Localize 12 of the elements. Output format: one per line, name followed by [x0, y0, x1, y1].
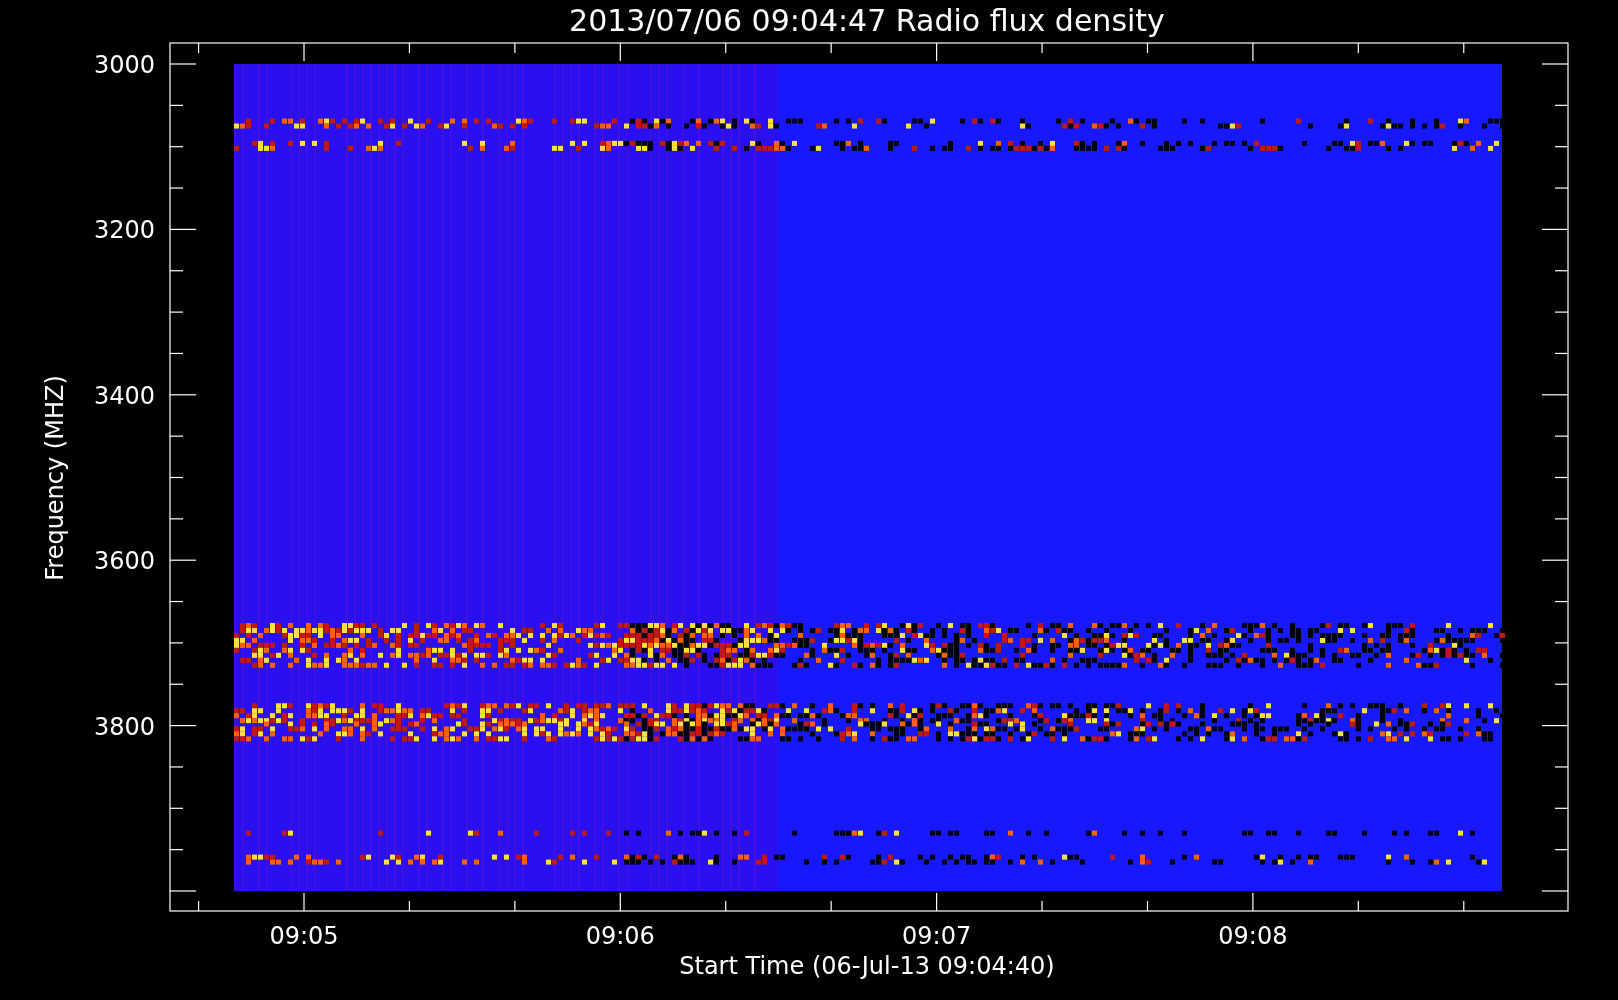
- y-tick-label: 3400: [93, 381, 155, 410]
- x-tick-label: 09:07: [902, 922, 972, 950]
- x-tick-label: 09:08: [1218, 922, 1288, 950]
- y-tick-label: 3000: [93, 51, 155, 79]
- x-tick-label: 09:05: [269, 922, 339, 950]
- x-axis-label: Start Time (06-Jul-13 09:04:40): [679, 952, 1055, 980]
- x-tick-label: 09:06: [585, 922, 655, 950]
- y-tick-label: 3200: [93, 216, 155, 245]
- y-tick-label: 3600: [93, 547, 155, 576]
- chart-title: 2013/07/06 09:04:47 Radio flux density: [569, 3, 1165, 38]
- y-tick-label: 3800: [93, 712, 155, 741]
- y-axis-label: Frequency (MHZ): [41, 375, 69, 581]
